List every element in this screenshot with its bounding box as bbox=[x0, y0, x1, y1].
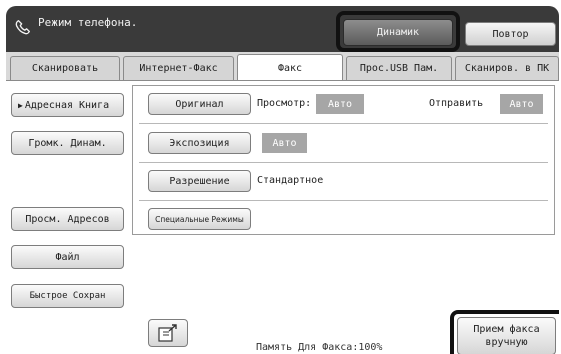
fax-panel: ▶ Адресная Книга Громк. Динам. Просм. Ад… bbox=[6, 80, 559, 354]
address-book-label: Адресная Книга bbox=[24, 99, 110, 111]
exposure-button[interactable]: Экспозиция bbox=[148, 132, 251, 154]
resolution-button[interactable]: Разрешение bbox=[148, 170, 251, 192]
tab-internet-fax[interactable]: Интернет-Факс bbox=[123, 56, 234, 80]
quick-save-button[interactable]: Быстрое Сохран bbox=[11, 284, 124, 308]
export-button[interactable] bbox=[148, 319, 188, 347]
tab-usb-memory[interactable]: Прос.USB Пам. bbox=[346, 56, 452, 80]
tab-scan[interactable]: Сканировать bbox=[10, 56, 120, 80]
row-divider bbox=[139, 200, 548, 201]
send-label: Отправить bbox=[429, 98, 484, 109]
tab-fax[interactable]: Факс bbox=[237, 54, 343, 81]
fax-memory-status: Память Для Факса:100% bbox=[256, 342, 383, 353]
original-button[interactable]: Оригинал bbox=[148, 93, 251, 115]
tab-scan-to-pc[interactable]: Сканиров. в ПК bbox=[455, 56, 559, 80]
manual-receive-line2: вручную bbox=[485, 337, 528, 348]
redial-button[interactable]: Повтор bbox=[465, 22, 556, 46]
resolution-value: Стандартное bbox=[257, 175, 324, 186]
address-book-button[interactable]: ▶ Адресная Книга bbox=[11, 93, 124, 117]
address-review-button[interactable]: Просм. Адресов bbox=[11, 207, 124, 231]
row-divider bbox=[139, 123, 548, 124]
loud-speaker-button[interactable]: Громк. Динам. bbox=[11, 131, 124, 155]
special-modes-button[interactable]: Специальные Режимы bbox=[148, 208, 251, 230]
phone-icon bbox=[15, 20, 30, 35]
preview-value: Авто bbox=[316, 94, 364, 114]
manual-receive-line1: Прием факса bbox=[473, 324, 540, 335]
exposure-value: Авто bbox=[262, 133, 307, 153]
send-value: Авто bbox=[500, 94, 543, 114]
manual-receive-button[interactable]: Прием факса вручную bbox=[457, 317, 556, 354]
play-icon: ▶ bbox=[18, 100, 23, 110]
fax-screen: Режим телефона. Динамик Повтор Сканирова… bbox=[6, 6, 559, 354]
export-icon bbox=[158, 324, 177, 342]
speaker-button[interactable]: Динамик bbox=[343, 19, 453, 46]
file-button[interactable]: Файл bbox=[11, 245, 124, 269]
preview-label: Просмотр: bbox=[257, 98, 312, 109]
row-divider bbox=[139, 162, 548, 163]
mode-tabs: Сканировать Интернет-Факс Факс Прос.USB … bbox=[6, 53, 559, 81]
title-bar: Режим телефона. Динамик Повтор bbox=[6, 6, 559, 52]
mode-title: Режим телефона. bbox=[38, 16, 138, 29]
settings-box: Оригинал Просмотр: Авто Отправить Авто Э… bbox=[132, 85, 555, 235]
